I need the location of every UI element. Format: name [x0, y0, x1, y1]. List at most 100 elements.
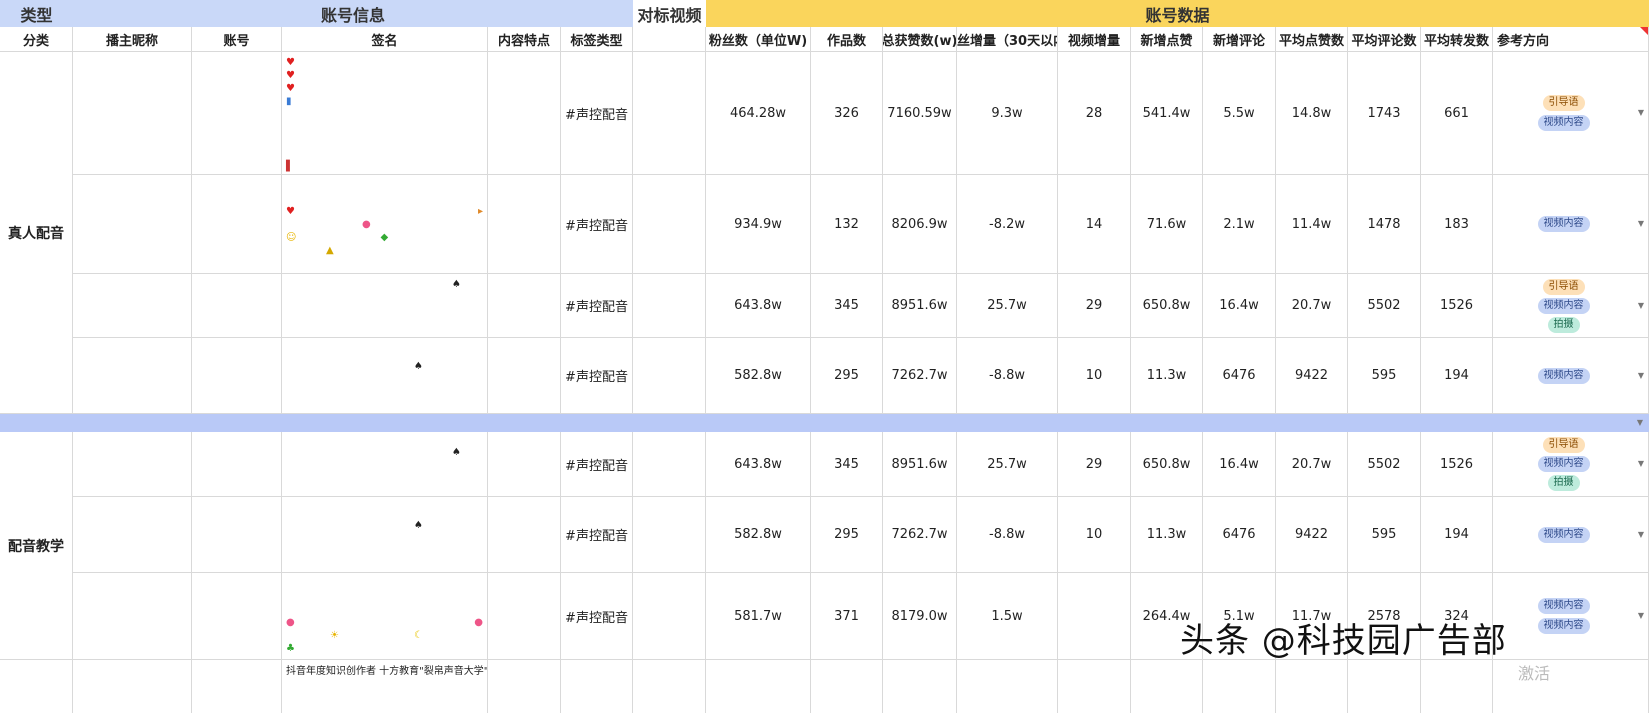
tag-video[interactable]: 视频内容 [1537, 456, 1590, 472]
tag-type-cell[interactable]: #声控配音 [561, 52, 633, 175]
col-avg-comments[interactable]: 平均评论数 [1348, 27, 1421, 52]
video-growth-cell[interactable]: 10 [1058, 497, 1131, 573]
signature-cell[interactable]: 抖音年度知识创作者 十方教育"裂帛声音大学"合伙 [282, 660, 488, 713]
account-cell[interactable] [192, 660, 282, 713]
signature-cell[interactable]: ♥ ♥ ♥ ▮ ▌ [282, 52, 488, 175]
col-new-likes[interactable]: 新增点赞 [1131, 27, 1203, 52]
tag-video[interactable]: 视频内容 [1537, 367, 1590, 384]
avg-comments-cell[interactable]: 595 [1348, 497, 1421, 573]
reference-cell[interactable]: 视频内容 ▼ [1493, 338, 1649, 414]
works-cell[interactable]: 295 [811, 338, 883, 414]
works-cell[interactable]: 326 [811, 52, 883, 175]
reference-cell[interactable]: 视频内容 视频内容 ▼ [1493, 573, 1649, 660]
video-growth-cell[interactable] [1058, 573, 1131, 660]
avg-shares-cell[interactable] [1421, 660, 1493, 713]
tag-type-cell[interactable]: #声控配音 [561, 497, 633, 573]
nickname-cell[interactable] [73, 660, 192, 713]
tag-type-cell[interactable]: #声控配音 [561, 573, 633, 660]
avg-shares-cell[interactable]: 1526 [1421, 432, 1493, 497]
category-cell[interactable] [0, 660, 73, 713]
fans-cell[interactable]: 643.8w [706, 432, 811, 497]
tag-video[interactable]: 视频内容 [1537, 526, 1590, 543]
benchmark-cell[interactable] [633, 432, 706, 497]
new-likes-cell[interactable]: 71.6w [1131, 175, 1203, 274]
content-features-cell[interactable] [488, 573, 561, 660]
new-likes-cell[interactable]: 650.8w [1131, 432, 1203, 497]
tag-video[interactable]: 视频内容 [1537, 598, 1590, 614]
benchmark-cell[interactable] [633, 573, 706, 660]
new-comments-cell[interactable]: 16.4w [1203, 274, 1276, 338]
tag-guide[interactable]: 引导语 [1542, 95, 1585, 111]
signature-cell[interactable]: ♠ [282, 274, 488, 338]
account-cell[interactable] [192, 274, 282, 338]
benchmark-cell[interactable] [633, 497, 706, 573]
fans-cell[interactable]: 581.7w [706, 573, 811, 660]
chevron-down-icon[interactable]: ▼ [1638, 530, 1644, 539]
reference-cell[interactable]: 引导语 视频内容 拍摄 ▼ [1493, 432, 1649, 497]
content-features-cell[interactable] [488, 497, 561, 573]
video-growth-cell[interactable]: 28 [1058, 52, 1131, 175]
col-tag-type[interactable]: 标签类型 [561, 27, 633, 52]
tag-video[interactable]: 视频内容 [1537, 216, 1590, 232]
col-content-features[interactable]: 内容特点 [488, 27, 561, 52]
avg-comments-cell[interactable] [1348, 660, 1421, 713]
col-reference[interactable]: 参考方向 [1493, 27, 1649, 52]
avg-comments-cell[interactable]: 595 [1348, 338, 1421, 414]
avg-likes-cell[interactable]: 14.8w [1276, 52, 1348, 175]
new-comments-cell[interactable]: 16.4w [1203, 432, 1276, 497]
avg-likes-cell[interactable]: 20.7w [1276, 274, 1348, 338]
fan-growth-cell[interactable]: 25.7w [957, 432, 1058, 497]
reference-cell[interactable]: 视频内容 ▼ [1493, 497, 1649, 573]
chevron-down-icon[interactable]: ▼ [1638, 611, 1644, 620]
signature-cell[interactable]: ♠ [282, 497, 488, 573]
video-growth-cell[interactable]: 14 [1058, 175, 1131, 274]
col-total-likes[interactable]: 总获赞数(w) [883, 27, 957, 52]
account-cell[interactable] [192, 573, 282, 660]
chevron-down-icon[interactable]: ▼ [1638, 219, 1644, 228]
chevron-down-icon[interactable]: ▼ [1638, 371, 1644, 380]
avg-likes-cell[interactable]: 9422 [1276, 497, 1348, 573]
new-likes-cell[interactable]: 650.8w [1131, 274, 1203, 338]
tag-guide[interactable]: 引导语 [1542, 278, 1585, 295]
content-features-cell[interactable] [488, 338, 561, 414]
fan-growth-cell[interactable]: 1.5w [957, 573, 1058, 660]
new-likes-cell[interactable]: 11.3w [1131, 338, 1203, 414]
signature-cell[interactable]: ♠ [282, 338, 488, 414]
benchmark-cell[interactable] [633, 175, 706, 274]
col-nickname[interactable]: 播主昵称 [73, 27, 192, 52]
tag-type-cell[interactable]: #声控配音 [561, 432, 633, 497]
benchmark-cell[interactable] [633, 274, 706, 338]
col-account[interactable]: 账号 [192, 27, 282, 52]
fans-cell[interactable]: 582.8w [706, 338, 811, 414]
avg-shares-cell[interactable]: 661 [1421, 52, 1493, 175]
tag-type-cell[interactable]: #声控配音 [561, 338, 633, 414]
account-cell[interactable] [192, 175, 282, 274]
avg-comments-cell[interactable]: 1743 [1348, 52, 1421, 175]
works-cell[interactable] [811, 660, 883, 713]
account-cell[interactable] [192, 338, 282, 414]
tag-type-cell[interactable]: #声控配音 [561, 274, 633, 338]
new-comments-cell[interactable]: 5.5w [1203, 52, 1276, 175]
new-comments-cell[interactable]: 6476 [1203, 338, 1276, 414]
reference-cell[interactable] [1493, 660, 1649, 713]
fan-growth-cell[interactable]: -8.8w [957, 338, 1058, 414]
signature-cell[interactable]: ♥ ▸ ● ☺ ◆ ▲ [282, 175, 488, 274]
nickname-cell[interactable] [73, 573, 192, 660]
avg-comments-cell[interactable]: 5502 [1348, 274, 1421, 338]
account-cell[interactable] [192, 497, 282, 573]
avg-likes-cell[interactable]: 11.4w [1276, 175, 1348, 274]
account-cell[interactable] [192, 52, 282, 175]
new-comments-cell[interactable] [1203, 660, 1276, 713]
benchmark-cell[interactable] [633, 338, 706, 414]
video-growth-cell[interactable]: 10 [1058, 338, 1131, 414]
tag-shoot[interactable]: 拍摄 [1547, 316, 1580, 333]
fans-cell[interactable]: 934.9w [706, 175, 811, 274]
total-likes-cell[interactable]: 7262.7w [883, 497, 957, 573]
group-header-benchmark-video[interactable]: 对标视频 [633, 0, 706, 27]
fan-growth-cell[interactable]: 9.3w [957, 52, 1058, 175]
nickname-cell[interactable] [73, 175, 192, 274]
benchmark-cell[interactable] [633, 660, 706, 713]
total-likes-cell[interactable]: 8951.6w [883, 274, 957, 338]
content-features-cell[interactable] [488, 660, 561, 713]
total-likes-cell[interactable] [883, 660, 957, 713]
